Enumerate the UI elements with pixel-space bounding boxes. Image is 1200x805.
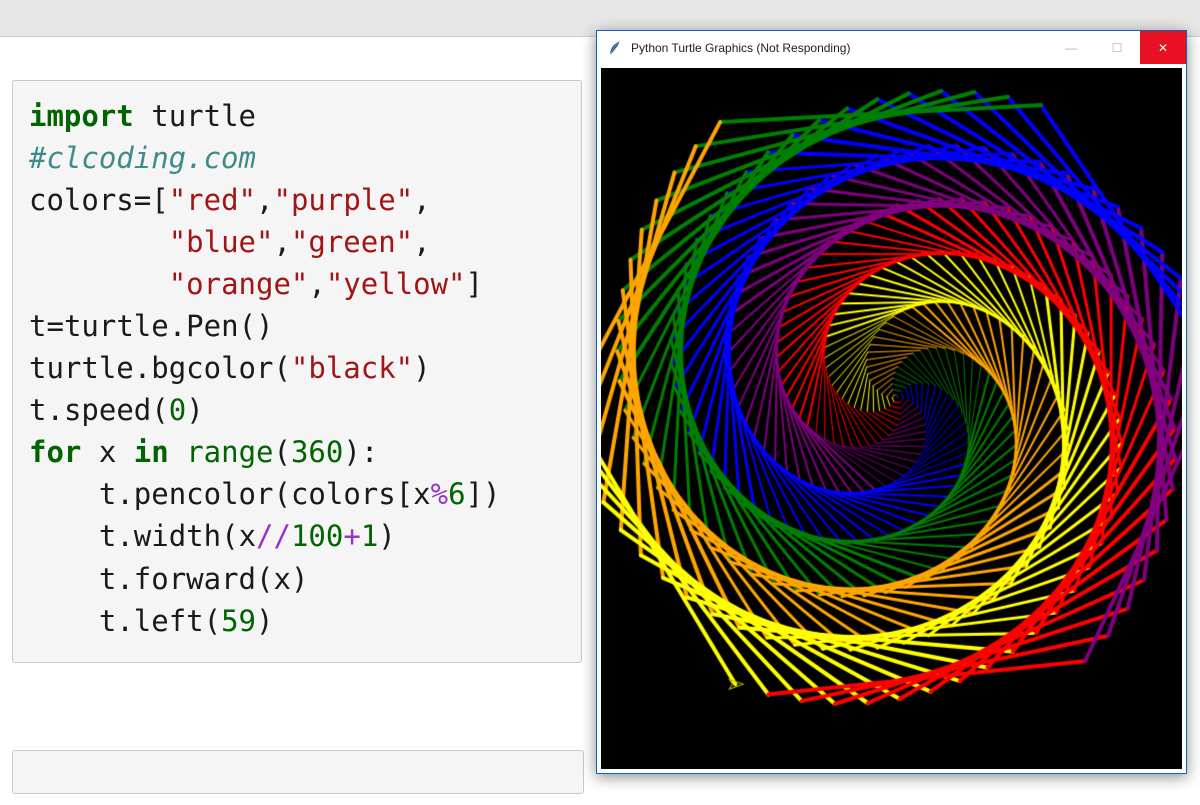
code-token: t <box>99 562 116 596</box>
code-token: x <box>413 477 430 511</box>
code-token: = <box>134 183 151 217</box>
code-token: for <box>29 435 81 469</box>
window-close-button[interactable]: ✕ <box>1140 31 1186 64</box>
code-token: "green" <box>291 225 413 259</box>
code-token: ) <box>186 393 203 427</box>
code-token: turtle <box>64 309 169 343</box>
code-token: () <box>239 309 274 343</box>
code-token <box>29 604 99 638</box>
code-token: "yellow" <box>326 267 466 301</box>
code-token: [ <box>151 183 168 217</box>
code-token: ( <box>273 477 290 511</box>
code-token: + <box>343 519 360 553</box>
code-token: speed <box>64 393 151 427</box>
code-token: ] <box>466 267 483 301</box>
code-token <box>29 477 99 511</box>
code-token: width <box>134 519 221 553</box>
window-minimize-button[interactable]: — <box>1048 31 1094 64</box>
code-token: ( <box>274 435 291 469</box>
code-token: 0 <box>169 393 186 427</box>
code-token: , <box>256 183 273 217</box>
code-token: colors <box>29 183 134 217</box>
code-token: , <box>308 267 325 301</box>
code-token: 1 <box>361 519 378 553</box>
code-token: in <box>134 435 169 469</box>
code-token: ( <box>273 351 290 385</box>
code-token: // <box>256 519 291 553</box>
code-token: ( <box>151 393 168 427</box>
page-root: import turtle #clcoding.com colors=["red… <box>0 0 1200 805</box>
code-token <box>134 99 151 133</box>
code-token: x <box>99 435 116 469</box>
code-token: Pen <box>186 309 238 343</box>
code-token: . <box>116 519 133 553</box>
code-token: 360 <box>291 435 343 469</box>
window-title: Python Turtle Graphics (Not Responding) <box>631 41 850 55</box>
code-token: ( <box>221 519 238 553</box>
code-token: ) <box>256 604 273 638</box>
code-token: % <box>431 477 448 511</box>
code-token: . <box>116 604 133 638</box>
code-token: turtle <box>29 351 134 385</box>
code-token: bgcolor <box>151 351 273 385</box>
code-token: x <box>273 562 290 596</box>
turtle-window: Python Turtle Graphics (Not Responding) … <box>596 30 1187 774</box>
code-token: 6 <box>448 477 465 511</box>
code-token <box>81 435 98 469</box>
code-token: = <box>46 309 63 343</box>
code-token: colors <box>291 477 396 511</box>
code-token: #clcoding.com <box>29 141 256 175</box>
code-token <box>116 435 133 469</box>
code-token: , <box>413 183 430 217</box>
code-token: "purple" <box>273 183 413 217</box>
code-token: ( <box>204 604 221 638</box>
window-titlebar[interactable]: Python Turtle Graphics (Not Responding) … <box>597 31 1186 64</box>
code-token: t <box>99 519 116 553</box>
code-token: "blue" <box>169 225 274 259</box>
python-feather-icon <box>607 40 623 56</box>
code-token: . <box>134 351 151 385</box>
code-token: ]) <box>466 477 501 511</box>
code-token: , <box>413 225 430 259</box>
code-token: t <box>99 604 116 638</box>
code-token: , <box>273 225 290 259</box>
code-token <box>29 225 169 259</box>
code-token <box>29 562 99 596</box>
code-token: "orange" <box>169 267 309 301</box>
next-cell-placeholder[interactable] <box>12 750 584 794</box>
code-token: "red" <box>169 183 256 217</box>
code-cell[interactable]: import turtle #clcoding.com colors=["red… <box>12 80 582 663</box>
code-token: range <box>186 435 273 469</box>
code-token: ( <box>256 562 273 596</box>
code-token: . <box>116 562 133 596</box>
window-maximize-button[interactable]: ☐ <box>1094 31 1140 64</box>
code-token: [ <box>396 477 413 511</box>
code-token: x <box>239 519 256 553</box>
code-token: t <box>29 309 46 343</box>
code-token: . <box>169 309 186 343</box>
code-token <box>29 267 169 301</box>
code-token: 100 <box>291 519 343 553</box>
code-token <box>169 435 186 469</box>
code-token: t <box>99 477 116 511</box>
code-token: pencolor <box>134 477 274 511</box>
code-token: . <box>116 477 133 511</box>
code-token: "black" <box>291 351 413 385</box>
code-token: . <box>46 393 63 427</box>
code-token <box>29 519 99 553</box>
code-token: import <box>29 99 134 133</box>
code-token: ) <box>378 519 395 553</box>
code-token: ) <box>413 351 430 385</box>
code-token: ): <box>343 435 378 469</box>
code-token: t <box>29 393 46 427</box>
code-token: 59 <box>221 604 256 638</box>
turtle-canvas-container <box>597 64 1186 773</box>
code-token: forward <box>134 562 256 596</box>
code-token: turtle <box>151 99 256 133</box>
code-token: left <box>134 604 204 638</box>
turtle-canvas <box>601 68 1182 769</box>
code-token: ) <box>291 562 308 596</box>
